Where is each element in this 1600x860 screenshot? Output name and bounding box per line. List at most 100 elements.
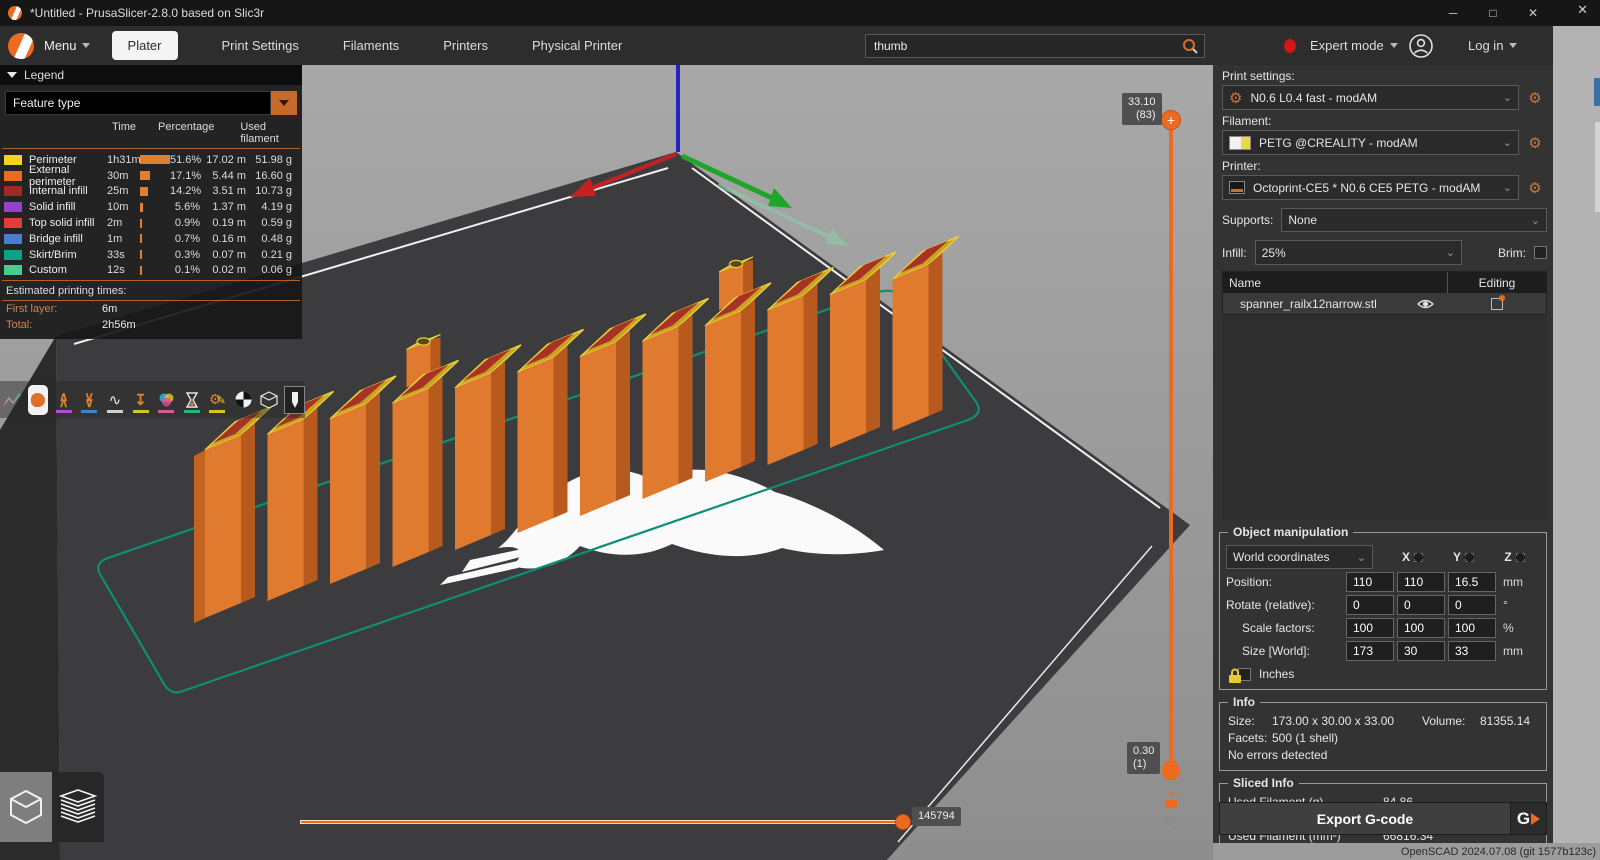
- x-value-input[interactable]: [1346, 618, 1394, 638]
- mode-indicator-dot: [1284, 39, 1296, 53]
- coordinates-combo[interactable]: World coordinates ⌄: [1226, 545, 1373, 569]
- feature-weight: 51.98 g: [246, 154, 292, 166]
- color-changes-icon[interactable]: [156, 386, 177, 414]
- editing-column-header: Editing: [1447, 272, 1546, 293]
- travel-paths-icon[interactable]: [2, 386, 23, 414]
- slider-settings-gear-icon[interactable]: ⚙: [1163, 813, 1176, 830]
- y-value-input[interactable]: [1397, 618, 1445, 638]
- layer-slider-track[interactable]: [1169, 120, 1173, 771]
- menu-button[interactable]: Menu: [44, 38, 90, 53]
- preview-view-button[interactable]: [52, 772, 104, 842]
- legend-toggle-icon[interactable]: [233, 386, 254, 414]
- y-value-input[interactable]: [1397, 595, 1445, 615]
- y-value-input[interactable]: [1397, 572, 1445, 592]
- x-value-input[interactable]: [1346, 595, 1394, 615]
- print-settings-icon: ⚙: [1229, 89, 1242, 107]
- name-column-header: Name: [1223, 276, 1403, 290]
- x-value-input[interactable]: [1346, 641, 1394, 661]
- unlock-icon[interactable]: [1163, 792, 1179, 809]
- layer-bottom-tooltip: 0.30 (1): [1127, 742, 1160, 774]
- supports-label: Supports:: [1222, 213, 1273, 227]
- tab-physical-printer[interactable]: Physical Printer: [532, 38, 622, 53]
- feature-length: 5.44 m: [200, 170, 246, 182]
- manip-row-label: Size [World]:: [1226, 644, 1346, 658]
- legend-title: Legend: [24, 68, 64, 82]
- printer-edit-button[interactable]: ⚙: [1523, 176, 1547, 200]
- edit-object-button[interactable]: [1447, 298, 1546, 310]
- background-scrollbar-thumb[interactable]: [1595, 122, 1600, 212]
- preview-options-toolbar: ∧∧ ∨∨ ∿ ↧ ⚙✎: [0, 381, 305, 418]
- view-type-dropdown-button[interactable]: [271, 91, 297, 115]
- feature-percentage: 0.3%: [170, 249, 200, 261]
- volume-value: 81355.14: [1480, 713, 1530, 730]
- first-layer-value: 6m: [102, 303, 117, 315]
- layer-top-index: (83): [1128, 109, 1156, 122]
- x-value-input[interactable]: [1346, 572, 1394, 592]
- custom-gcode-icon[interactable]: ⚙✎: [207, 386, 228, 414]
- brim-checkbox[interactable]: [1534, 246, 1547, 259]
- feature-color-chip: [4, 250, 22, 260]
- 3d-editor-view-button[interactable]: [0, 772, 52, 842]
- z-value-input[interactable]: [1448, 595, 1496, 615]
- object-row[interactable]: spanner_railx12narrow.stl: [1223, 293, 1546, 314]
- maximize-button[interactable]: □: [1473, 0, 1513, 26]
- visibility-toggle[interactable]: [1403, 298, 1447, 310]
- export-gcode-button[interactable]: Export G-code: [1219, 802, 1511, 835]
- y-lock-box[interactable]: [1465, 553, 1474, 562]
- object-manipulation-title: Object manipulation: [1228, 525, 1353, 539]
- view-type-select[interactable]: Feature type: [5, 91, 297, 115]
- infill-combo[interactable]: 25% ⌄: [1255, 240, 1462, 265]
- chevron-down-icon: [1509, 43, 1517, 48]
- x-lock-box[interactable]: [1414, 553, 1423, 562]
- model-body-icon[interactable]: [28, 385, 49, 415]
- print-settings-edit-button[interactable]: ⚙: [1523, 86, 1547, 110]
- account-button[interactable]: [1408, 33, 1434, 62]
- gcode-icon[interactable]: G: [1511, 802, 1547, 835]
- filament-edit-button[interactable]: ⚙: [1523, 131, 1547, 155]
- tab-filaments[interactable]: Filaments: [343, 38, 399, 53]
- move-slider-handle[interactable]: [895, 814, 911, 830]
- z-value-input[interactable]: [1448, 618, 1496, 638]
- tab-plater[interactable]: Plater: [112, 31, 178, 60]
- tab-printers[interactable]: Printers: [443, 38, 488, 53]
- filament-value: PETG @CREALITY - modAM: [1259, 136, 1495, 150]
- expert-mode-selector[interactable]: Expert mode: [1310, 38, 1398, 53]
- retractions-icon[interactable]: ∨∨: [79, 386, 100, 414]
- print-settings-combo[interactable]: ⚙ N0.6 L0.4 fast - modAM ⌄: [1222, 85, 1519, 110]
- search-box[interactable]: [865, 34, 1205, 58]
- seams-icon[interactable]: ∧∧: [53, 386, 74, 414]
- filament-label: Filament:: [1222, 114, 1553, 128]
- background-window-close-icon[interactable]: ✕: [1577, 2, 1588, 18]
- filament-combo[interactable]: PETG @CREALITY - modAM ⌄: [1222, 130, 1519, 155]
- supports-combo[interactable]: None ⌄: [1281, 208, 1547, 232]
- z-value-input[interactable]: [1448, 641, 1496, 661]
- shells-icon[interactable]: [258, 386, 279, 414]
- center-marker-icon[interactable]: [284, 386, 305, 414]
- feature-weight: 16.60 g: [246, 170, 292, 182]
- inches-label: Inches: [1259, 667, 1294, 681]
- feature-color-chip: [4, 155, 22, 165]
- title-bar: *Untitled - PrusaSlicer-2.8.0 based on S…: [0, 0, 1600, 26]
- wipe-icon[interactable]: ∿: [105, 386, 126, 414]
- tab-print-settings[interactable]: Print Settings: [222, 38, 299, 53]
- layer-slider-top-handle[interactable]: +: [1161, 110, 1181, 130]
- coordinates-value: World coordinates: [1233, 550, 1349, 564]
- first-layer-label: First layer:: [6, 303, 58, 315]
- z-lock-box[interactable]: [1516, 553, 1525, 562]
- search-icon[interactable]: [1180, 36, 1200, 56]
- move-slider-track[interactable]: [300, 820, 904, 824]
- z-value-input[interactable]: [1448, 572, 1496, 592]
- uniform-scale-lock-icon[interactable]: [1228, 668, 1242, 684]
- close-button[interactable]: ✕: [1513, 0, 1553, 26]
- feature-length: 0.19 m: [200, 217, 246, 229]
- printer-combo[interactable]: Octoprint-CE5 * N0.6 CE5 PETG - modAM ⌄: [1222, 175, 1519, 200]
- print-settings-label: Print settings:: [1222, 69, 1553, 83]
- login-button[interactable]: Log in: [1468, 38, 1517, 53]
- unretractions-icon[interactable]: ↧: [130, 386, 151, 414]
- pause-print-icon[interactable]: [181, 386, 202, 414]
- minimize-button[interactable]: ─: [1433, 0, 1473, 26]
- legend-header[interactable]: Legend: [0, 65, 302, 85]
- feature-weight: 0.48 g: [246, 233, 292, 245]
- y-value-input[interactable]: [1397, 641, 1445, 661]
- search-input[interactable]: [866, 39, 1180, 53]
